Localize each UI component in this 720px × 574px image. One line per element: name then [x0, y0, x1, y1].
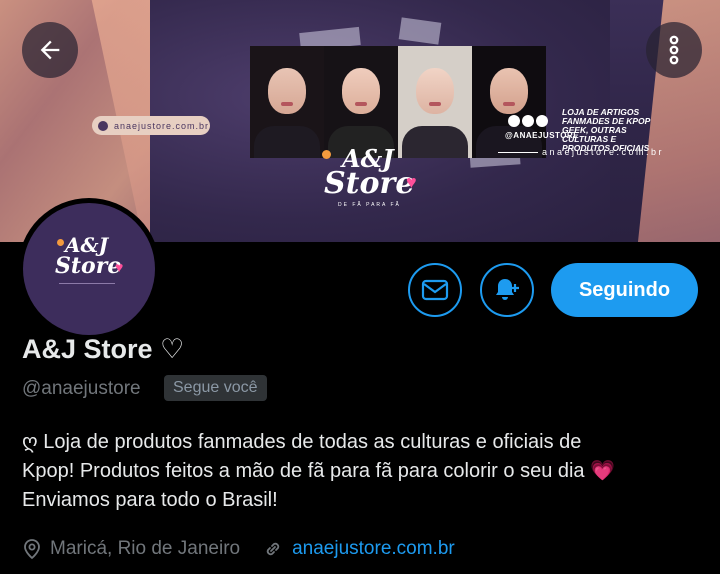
banner-logo-tagline: DE FÃ PARA FÃ — [338, 202, 401, 208]
location-text: Maricá, Rio de Janeiro — [50, 538, 241, 559]
banner-logo-heart: ♥ — [406, 172, 417, 192]
avatar-dot — [57, 239, 64, 246]
bio-line: Enviamos para todo o Brasil! — [22, 489, 278, 511]
user-handle: @anaejustore — [22, 378, 141, 399]
heart-emoji: 💗 — [590, 460, 616, 482]
following-button[interactable]: Seguindo — [551, 263, 698, 317]
facebook-icon — [536, 115, 548, 127]
location-pin-icon — [24, 539, 40, 560]
profile-meta: Maricá, Rio de Janeiro anaejustore.com.b… — [22, 538, 455, 560]
message-button[interactable] — [408, 263, 462, 317]
avatar-logo: A&J Store ♥ — [23, 203, 155, 335]
back-button[interactable] — [22, 22, 78, 78]
website-link[interactable]: anaejustore.com.br — [292, 538, 455, 560]
bio-line: ღ Loja de produtos fanmades de todas as … — [22, 431, 582, 453]
banner-social-url: anaejustore.com.br — [542, 147, 665, 157]
divider — [498, 152, 538, 153]
bio: ღ Loja de produtos fanmades de todas as … — [22, 428, 702, 515]
banner-logo: A&J Store ♥ DE FÃ PARA FÃ — [322, 142, 422, 212]
banner-site-text: anaejustore.com.br — [114, 120, 210, 131]
heart-icon: ♥ — [115, 259, 124, 275]
bell-plus-icon — [496, 279, 519, 300]
avatar-underline — [59, 283, 115, 284]
mail-icon — [421, 279, 449, 301]
heart-pin-icon — [98, 120, 108, 131]
more-vertical-icon — [669, 35, 679, 65]
banner-logo-dot — [322, 150, 331, 159]
back-arrow-icon — [40, 40, 60, 60]
banner-site-pill: anaejustore.com.br — [92, 116, 210, 135]
follows-you-badge: Segue você — [164, 375, 267, 401]
banner-logo-line2: Store — [324, 166, 415, 201]
banner-social-icons — [508, 115, 548, 127]
notifications-button[interactable] — [480, 263, 534, 317]
more-options-button[interactable] — [646, 22, 702, 78]
avatar[interactable]: A&J Store ♥ — [18, 198, 160, 340]
instagram-icon — [522, 115, 534, 127]
avatar-logo-line2: Store — [55, 253, 122, 279]
bio-line: Kpop! Produtos feitos a mão de fã para f… — [22, 460, 616, 482]
display-name: A&J Store ♡ — [22, 334, 185, 364]
banner-photo — [250, 46, 324, 158]
link-icon — [266, 542, 280, 556]
twitter-icon — [508, 115, 520, 127]
banner-photo — [472, 46, 546, 158]
